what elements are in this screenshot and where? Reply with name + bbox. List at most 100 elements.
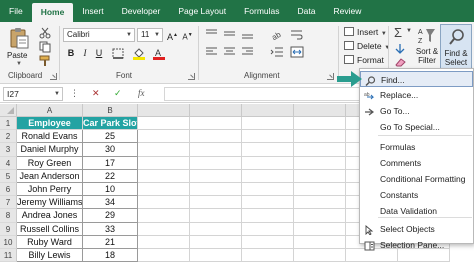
fill-down-icon[interactable] <box>394 43 406 55</box>
empty-cell[interactable] <box>242 209 294 223</box>
slot-cell[interactable]: 33 <box>83 222 138 236</box>
empty-cell[interactable] <box>242 156 294 170</box>
increase-font-size-button[interactable]: A▲ <box>166 28 179 42</box>
row-header[interactable]: 3 <box>0 143 17 157</box>
row-header[interactable]: 6 <box>0 183 17 197</box>
column-header[interactable] <box>190 104 242 117</box>
format-painter-icon[interactable] <box>38 55 52 67</box>
empty-cell[interactable] <box>190 183 242 197</box>
horizontal-align-icons[interactable] <box>205 46 259 58</box>
menu-item-comments[interactable]: Comments <box>360 155 473 171</box>
empty-cell[interactable] <box>294 143 346 157</box>
empty-cell[interactable] <box>294 235 346 249</box>
tab-data[interactable]: Data <box>289 0 325 22</box>
confirm-entry-icon[interactable]: ✓ <box>114 88 122 99</box>
employee-cell[interactable]: Ruby Ward <box>17 235 83 249</box>
slot-cell[interactable]: 18 <box>83 249 138 263</box>
empty-cell[interactable] <box>294 169 346 183</box>
empty-cell[interactable] <box>242 249 294 263</box>
column-header[interactable] <box>294 104 346 117</box>
employee-cell[interactable]: Andrea Jones <box>17 209 83 223</box>
slot-cell[interactable]: 17 <box>83 156 138 170</box>
empty-cell[interactable] <box>242 222 294 236</box>
empty-cell[interactable] <box>138 183 190 197</box>
employee-cell[interactable]: Ronald Evans <box>17 130 83 144</box>
empty-cell[interactable] <box>190 156 242 170</box>
empty-cell[interactable] <box>190 222 242 236</box>
name-box[interactable]: I27 ▼ <box>3 87 63 101</box>
tab-review[interactable]: Review <box>324 0 370 22</box>
empty-cell[interactable] <box>242 143 294 157</box>
employee-cell[interactable]: Jean Anderson <box>17 169 83 183</box>
paste-button[interactable]: Paste ▼ <box>5 25 33 67</box>
empty-cell[interactable] <box>294 222 346 236</box>
empty-cell[interactable] <box>138 143 190 157</box>
menu-item-go-to-special[interactable]: Go To Special... <box>360 119 473 135</box>
slot-cell[interactable]: 21 <box>83 235 138 249</box>
empty-cell[interactable] <box>138 156 190 170</box>
underline-button[interactable]: U <box>93 46 105 60</box>
empty-cell[interactable] <box>190 235 242 249</box>
menu-item-find[interactable]: Find... <box>360 71 473 87</box>
employee-column-header-cell[interactable]: Employee <box>17 117 83 131</box>
row-header[interactable]: 2 <box>0 130 17 144</box>
menu-item-select-objects[interactable]: Select Objects <box>360 221 473 237</box>
empty-cell[interactable] <box>138 169 190 183</box>
empty-cell[interactable] <box>138 130 190 144</box>
row-header[interactable]: 10 <box>0 235 17 249</box>
slot-cell[interactable]: 30 <box>83 143 138 157</box>
empty-cell[interactable] <box>190 209 242 223</box>
tab-developer[interactable]: Developer <box>113 0 170 22</box>
row-header[interactable]: 8 <box>0 209 17 223</box>
merge-center-icon[interactable] <box>290 46 304 58</box>
empty-cell[interactable] <box>138 196 190 210</box>
fill-color-icon[interactable] <box>132 47 146 60</box>
empty-cell[interactable] <box>294 183 346 197</box>
select-all-corner[interactable] <box>0 104 17 117</box>
empty-cell[interactable] <box>190 130 242 144</box>
wrap-text-icon[interactable] <box>290 28 304 40</box>
slot-cell[interactable]: 22 <box>83 169 138 183</box>
empty-cell[interactable] <box>294 130 346 144</box>
empty-cell[interactable] <box>294 209 346 223</box>
tab-page-layout[interactable]: Page Layout <box>169 0 235 22</box>
tab-insert[interactable]: Insert <box>73 0 112 22</box>
empty-cell[interactable] <box>242 183 294 197</box>
borders-icon[interactable] <box>112 48 124 59</box>
row-header[interactable]: 9 <box>0 222 17 236</box>
slot-cell[interactable]: 10 <box>83 183 138 197</box>
menu-item-formulas[interactable]: Formulas <box>360 139 473 155</box>
column-header-b[interactable]: B <box>83 104 138 117</box>
empty-cell[interactable] <box>138 222 190 236</box>
employee-cell[interactable]: John Perry <box>17 183 83 197</box>
sort-filter-icon[interactable]: A Z <box>418 26 436 46</box>
empty-cell[interactable] <box>294 196 346 210</box>
empty-cell[interactable] <box>242 235 294 249</box>
clear-icon[interactable] <box>394 57 406 67</box>
empty-cell[interactable] <box>190 249 242 263</box>
find-select-button[interactable]: Find & Select <box>440 24 472 70</box>
empty-cell[interactable] <box>138 209 190 223</box>
empty-cell[interactable] <box>138 249 190 263</box>
empty-cell[interactable] <box>294 117 346 131</box>
menu-item-replace[interactable]: ab Replace... <box>360 87 473 103</box>
column-header-a[interactable]: A <box>17 104 83 117</box>
decrease-font-size-button[interactable]: A▼ <box>181 28 194 42</box>
empty-cell[interactable] <box>294 249 346 263</box>
alignment-launcher-icon[interactable] <box>327 73 334 80</box>
indent-icon[interactable] <box>270 46 284 58</box>
bold-button[interactable]: B <box>65 46 77 60</box>
slot-cell[interactable]: 34 <box>83 196 138 210</box>
column-header[interactable] <box>138 104 190 117</box>
italic-button[interactable]: I <box>79 46 91 60</box>
empty-cell[interactable] <box>294 156 346 170</box>
employee-cell[interactable]: Jeremy Williams <box>17 196 83 210</box>
vertical-align-icons[interactable] <box>205 28 259 40</box>
tab-file[interactable]: File <box>0 0 32 22</box>
tab-home[interactable]: Home <box>31 3 74 22</box>
empty-cell[interactable] <box>242 196 294 210</box>
menu-item-conditional-formatting[interactable]: Conditional Formatting <box>360 171 473 187</box>
employee-cell[interactable]: Billy Lewis <box>17 249 83 263</box>
slot-cell[interactable]: 29 <box>83 209 138 223</box>
font-color-icon[interactable]: A <box>152 47 166 60</box>
